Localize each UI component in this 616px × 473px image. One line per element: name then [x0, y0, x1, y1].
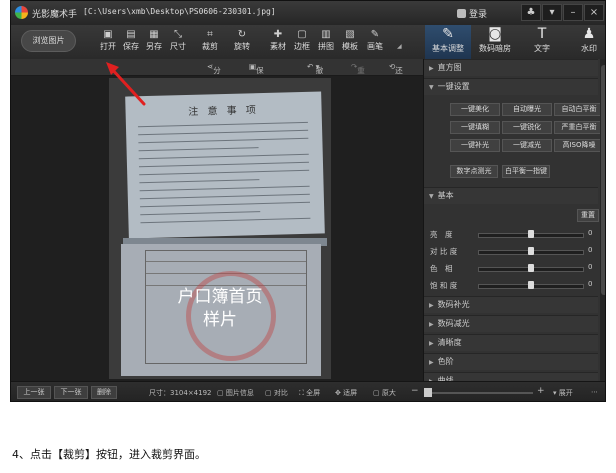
red-arrow-annotation — [106, 62, 146, 106]
step-caption: 4、点击【裁剪】按钮，进入裁剪界面。 — [12, 448, 206, 461]
app-window: 光影魔术手 [C:\Users\xmb\Desktop\PS0606-23030… — [10, 0, 606, 402]
